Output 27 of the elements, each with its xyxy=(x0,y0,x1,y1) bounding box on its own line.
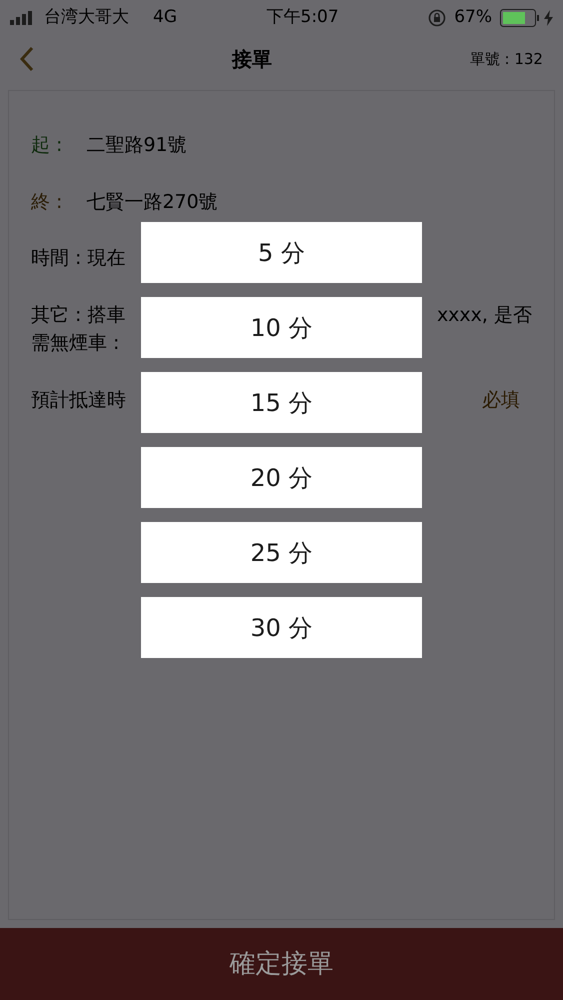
clock: 下午5:07 xyxy=(266,6,339,30)
carrier-name: 台湾大哥大 xyxy=(44,6,129,30)
battery-icon xyxy=(500,9,540,27)
address: 七賢一路270號 xyxy=(86,190,218,214)
time-option[interactable]: 20 分 xyxy=(141,447,422,508)
route-label: 終 : xyxy=(31,190,62,214)
detail-text: 必填 xyxy=(482,388,520,412)
confirm-button[interactable]: 確定接單 xyxy=(0,928,563,1000)
time-option[interactable]: 15 分 xyxy=(141,372,422,433)
battery-percent: 67% xyxy=(454,6,492,30)
network-type: 4G xyxy=(153,6,177,30)
time-option[interactable]: 5 分 xyxy=(141,222,422,283)
time-option[interactable]: 25 分 xyxy=(141,522,422,583)
route-label: 起 : xyxy=(31,133,62,158)
back-icon[interactable] xyxy=(20,46,34,72)
charging-icon xyxy=(544,10,553,26)
detail-text: 時間 : 現在 xyxy=(31,246,126,271)
rotation-lock-icon xyxy=(428,9,446,27)
time-option[interactable]: 30 分 xyxy=(141,597,422,658)
order-number: 單號 : 132 xyxy=(470,48,543,70)
detail-text: xxxx, 是否 xyxy=(436,302,532,328)
page-title: 接單 xyxy=(232,46,272,73)
detail-text: 需無煙車 : xyxy=(31,331,120,356)
detail-text: 其它 : 搭車 xyxy=(31,302,126,328)
detail-text: 預計抵達時 xyxy=(31,388,126,412)
address: 二聖路91號 xyxy=(86,133,187,158)
time-option[interactable]: 10 分 xyxy=(141,297,422,358)
